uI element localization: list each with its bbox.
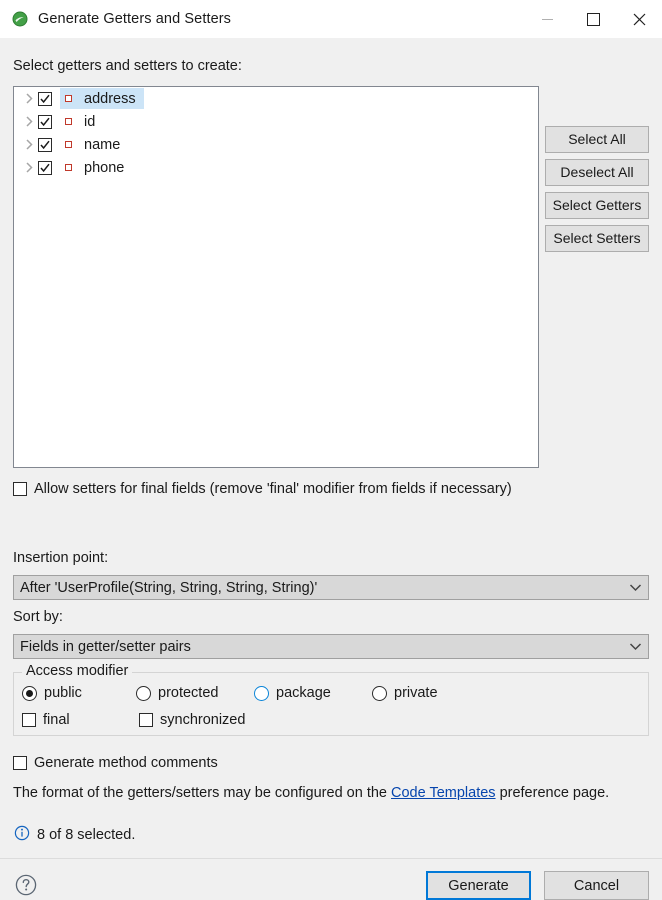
row-checkbox[interactable]	[38, 91, 52, 106]
footer-divider	[0, 858, 662, 859]
radio-public[interactable]: public	[22, 685, 82, 701]
select-getters-button[interactable]: Select Getters	[545, 192, 649, 219]
radio-circle	[254, 685, 269, 701]
format-note-prefix: The format of the getters/setters may be…	[13, 785, 392, 801]
table-row[interactable]: name	[14, 133, 538, 156]
checkbox-box	[13, 756, 27, 770]
allow-final-setters-label: Allow setters for final fields (remove '…	[34, 481, 512, 497]
radio-private[interactable]: private	[372, 685, 438, 701]
radio-circle	[22, 685, 37, 701]
list-item-label: id	[84, 113, 96, 130]
title-bar: Generate Getters and Setters	[0, 0, 662, 38]
chevron-right-icon[interactable]	[20, 93, 38, 104]
list-item-label: phone	[84, 159, 125, 176]
access-modifier-title: Access modifier	[22, 663, 133, 679]
radio-package-label: package	[276, 685, 331, 701]
intro-label: Select getters and setters to create:	[13, 58, 242, 74]
checkbox-final-label: final	[43, 712, 70, 728]
radio-private-label: private	[394, 685, 438, 701]
checkbox-box	[22, 713, 36, 727]
generate-button[interactable]: Generate	[426, 871, 531, 900]
insertion-point-select[interactable]: After 'UserProfile(String, String, Strin…	[13, 575, 649, 600]
access-modifier-radios: public protected package private	[14, 685, 648, 707]
list-item-label: name	[84, 136, 121, 153]
chevron-down-icon	[622, 642, 648, 651]
table-row[interactable]: id	[14, 110, 538, 133]
select-setters-button[interactable]: Select Setters	[545, 225, 649, 252]
chevron-down-icon	[622, 583, 648, 592]
checkbox-synchronized-label: synchronized	[160, 712, 246, 728]
close-icon[interactable]	[616, 0, 662, 38]
sort-by-select[interactable]: Fields in getter/setter pairs	[13, 634, 649, 659]
chevron-right-icon[interactable]	[20, 116, 38, 127]
checkbox-box	[13, 482, 27, 496]
format-note-suffix: preference page.	[495, 785, 610, 801]
cancel-button[interactable]: Cancel	[544, 871, 649, 900]
radio-circle	[372, 685, 387, 701]
format-note: The format of the getters/setters may be…	[13, 785, 609, 801]
generate-comments-label: Generate method comments	[34, 755, 218, 771]
private-field-icon	[60, 137, 76, 153]
deselect-all-button[interactable]: Deselect All	[545, 159, 649, 186]
row-content[interactable]: name	[60, 134, 128, 155]
access-modifier-checkboxes: final synchronized	[14, 712, 648, 734]
row-checkbox[interactable]	[38, 160, 52, 175]
row-content[interactable]: id	[60, 111, 103, 132]
chevron-right-icon[interactable]	[20, 139, 38, 150]
row-checkbox[interactable]	[38, 114, 52, 129]
selection-buttons: Select All Deselect All Select Getters S…	[545, 126, 649, 258]
table-row[interactable]: address	[14, 87, 538, 110]
radio-package[interactable]: package	[254, 685, 331, 701]
help-icon[interactable]	[14, 873, 38, 897]
chevron-right-icon[interactable]	[20, 162, 38, 173]
sort-by-label: Sort by:	[13, 609, 63, 625]
footer-buttons: Generate Cancel	[426, 871, 649, 900]
row-checkbox[interactable]	[38, 137, 52, 152]
minimize-icon[interactable]	[524, 0, 570, 38]
fields-tree[interactable]: address id name phone	[13, 86, 539, 468]
checkbox-final[interactable]: final	[22, 712, 70, 728]
insertion-point-label: Insertion point:	[13, 550, 109, 566]
row-content[interactable]: address	[60, 88, 144, 109]
info-icon	[14, 825, 30, 844]
code-templates-link[interactable]: Code Templates	[391, 785, 496, 801]
allow-final-setters-checkbox[interactable]: Allow setters for final fields (remove '…	[13, 481, 512, 497]
checkbox-synchronized[interactable]: synchronized	[139, 712, 245, 728]
dialog-body: Select getters and setters to create: ad…	[0, 38, 662, 900]
insertion-point-value: After 'UserProfile(String, String, Strin…	[20, 579, 318, 596]
radio-circle	[136, 685, 151, 701]
window-controls	[524, 0, 662, 38]
access-modifier-group: Access modifier public protected package…	[13, 663, 649, 736]
status-text: 8 of 8 selected.	[37, 826, 136, 843]
maximize-icon[interactable]	[570, 0, 616, 38]
sort-by-value: Fields in getter/setter pairs	[20, 638, 191, 655]
radio-protected[interactable]: protected	[136, 685, 218, 701]
table-row[interactable]: phone	[14, 156, 538, 179]
list-item-label: address	[84, 90, 136, 107]
checkbox-box	[139, 713, 153, 727]
private-field-icon	[60, 91, 76, 107]
private-field-icon	[60, 114, 76, 130]
row-content[interactable]: phone	[60, 157, 132, 178]
select-all-button[interactable]: Select All	[545, 126, 649, 153]
generate-comments-checkbox[interactable]: Generate method comments	[13, 755, 218, 771]
status-bar: 8 of 8 selected.	[14, 825, 135, 844]
radio-public-label: public	[44, 685, 82, 701]
radio-protected-label: protected	[158, 685, 219, 701]
private-field-icon	[60, 160, 76, 176]
window-title: Generate Getters and Setters	[38, 11, 232, 27]
eclipse-icon	[12, 11, 28, 27]
